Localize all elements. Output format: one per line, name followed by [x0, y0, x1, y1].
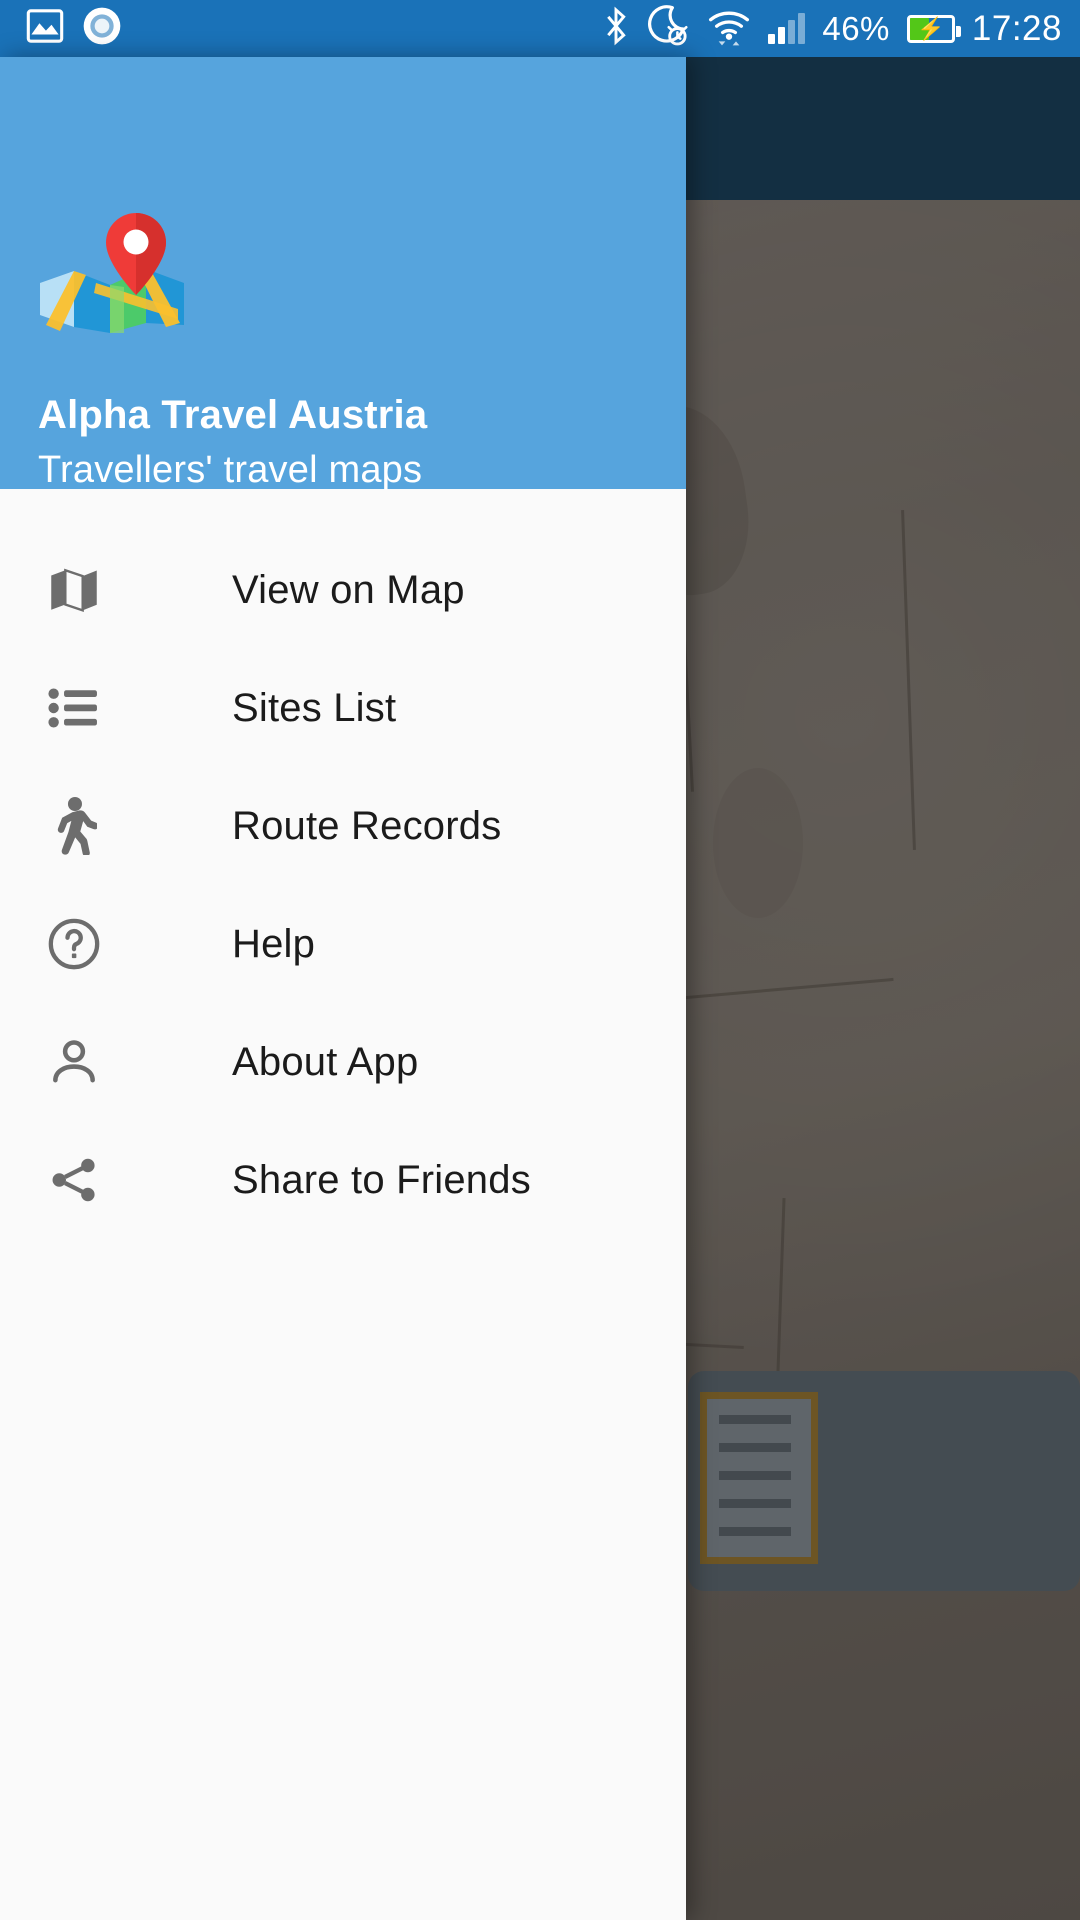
cellular-signal-icon — [768, 12, 806, 44]
clock-label: 17:28 — [971, 9, 1062, 48]
menu-item-label: Sites List — [232, 685, 397, 730]
menu-item-label: Help — [232, 921, 316, 966]
menu-item-share-to-friends[interactable]: Share to Friends — [0, 1121, 686, 1239]
menu-item-route-records[interactable]: Route Records — [0, 767, 686, 885]
drawer-header: Alpha Travel Austria Travellers' travel … — [0, 57, 686, 491]
list-bulleted-icon — [46, 680, 102, 736]
navigation-drawer: Alpha Travel Austria Travellers' travel … — [0, 57, 686, 1920]
phone-screen: 46% ⚡ 17:28 Alpha Travel Austria Travell… — [0, 0, 1080, 1920]
recording-circle-icon — [82, 6, 122, 51]
screenshot-image-icon — [26, 9, 64, 48]
drawer-menu: View on Map Sites List Route Records Hel… — [0, 489, 686, 1239]
walking-person-icon — [46, 797, 102, 855]
share-nodes-icon — [46, 1152, 102, 1208]
map-icon — [46, 562, 102, 618]
map-with-pin-logo — [38, 205, 188, 333]
menu-item-sites-list[interactable]: Sites List — [0, 649, 686, 767]
do-not-disturb-alarm-icon — [646, 5, 690, 52]
charging-bolt-icon: ⚡ — [917, 15, 945, 41]
menu-item-view-on-map[interactable]: View on Map — [0, 531, 686, 649]
menu-item-help[interactable]: Help — [0, 885, 686, 1003]
menu-item-label: Route Records — [232, 803, 502, 848]
app-subtitle: Travellers' travel maps — [38, 449, 423, 491]
menu-item-label: About App — [232, 1039, 419, 1084]
status-bar-right-icons: 46% ⚡ 17:28 — [603, 5, 1062, 52]
person-icon — [46, 1034, 102, 1090]
menu-item-about-app[interactable]: About App — [0, 1003, 686, 1121]
bluetooth-icon — [603, 6, 629, 51]
battery-charging-icon: ⚡ — [906, 14, 961, 43]
wifi-icon — [707, 6, 751, 51]
status-bar: 46% ⚡ 17:28 — [0, 0, 1080, 57]
app-title: Alpha Travel Austria — [38, 393, 428, 437]
menu-item-label: Share to Friends — [232, 1157, 531, 1202]
menu-item-label: View on Map — [232, 567, 465, 612]
status-bar-left-icons — [26, 6, 122, 51]
help-circle-icon — [46, 916, 102, 972]
battery-percentage-label: 46% — [822, 10, 890, 47]
